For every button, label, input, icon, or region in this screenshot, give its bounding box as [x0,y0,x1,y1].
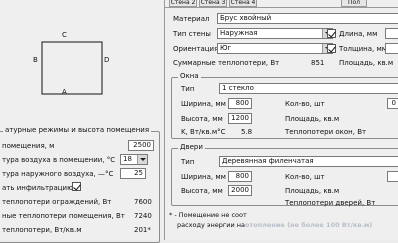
tab-wall-2[interactable]: Стена 2 [169,0,197,7]
specific-loss-label: теплопотери, Вт/кв.м [2,226,82,234]
door-width-value: 800 [235,172,249,180]
thickness-input[interactable] [385,43,398,54]
outdoor-temp-input[interactable]: 25 [120,168,146,179]
length-label: Длина, мм [339,30,378,38]
total-loss-label: Суммарные теплопотери, Вт [173,59,280,67]
window-width-label: Ширина, мм [181,100,226,108]
window-k-label: K, Вт/кв.м°C [181,128,226,136]
material-field[interactable]: Брус хвойный [217,13,398,24]
infiltration-label: ать инфильтрацию [2,184,73,192]
room-diagram [41,41,103,95]
thickness-label: Толщина, мм [339,45,388,53]
wall-label-b: B [33,56,38,64]
room-height-label: помещения, м [2,142,55,150]
window-type-label: Тип [181,85,195,93]
window-height-label: Высота, мм [181,115,223,123]
door-height-label: Высота, мм [181,187,223,195]
tab-wall-4[interactable]: Стена 4 [229,0,257,7]
door-count-label: Кол-во, шт [285,173,325,181]
chevron-down-icon [137,155,147,164]
door-width-label: Ширина, мм [181,173,226,181]
length-checkbox[interactable] [327,29,336,38]
tab-floor[interactable]: Пол [341,0,367,7]
length-input[interactable] [385,28,398,39]
room-height-input[interactable]: 2500 [128,140,154,151]
tab-wall-3[interactable]: Стена 3 [199,0,227,7]
wall-label-d: D [104,56,110,64]
door-height-input[interactable]: 2000 [228,185,252,196]
orientation-value: Юг [220,44,232,52]
indoor-temp-value: 18 [123,155,132,163]
wall-type-select[interactable]: Наружная [217,28,333,39]
window-type-field[interactable]: 1 стекло [219,83,398,94]
tab-divider [165,7,398,8]
window-height-value: 1200 [231,114,249,122]
orientation-select[interactable]: Юг [217,43,333,54]
footnote-watermark: отопление (не более 100 Вт/кв.м) [245,221,373,229]
room-loss-label: ные теплопотери помещения, Вт [2,212,125,220]
door-width-input[interactable]: 800 [228,171,252,182]
total-loss-value: 851 [311,59,325,67]
wall-area-label: Площадь, кв.м [339,59,394,67]
doors-group-title: Двери [178,143,205,151]
specific-loss-value: 201* [134,226,151,234]
outdoor-temp-label: турa наружного воздуха, —°C [2,170,114,178]
door-type-field[interactable]: Деревянная филенчатая [219,156,398,167]
window-count-input[interactable]: 0 [387,98,398,109]
window-height-input[interactable]: 1200 [228,113,252,124]
footnote-line-1: * - Помещение не соот [169,211,247,219]
orientation-label: Ориентация [173,45,219,53]
window-k-value: 5.8 [241,128,253,136]
infiltration-checkbox[interactable] [72,182,81,191]
wall-label-c: C [62,31,67,39]
windows-group-title: Окна [178,72,201,80]
indoor-temp-select[interactable]: 18 [120,154,148,165]
enclosure-loss-value: 7600 [134,198,152,206]
door-loss-label: Теплопотери дверей, Вт [285,199,376,207]
outdoor-temp-value: 25 [134,169,143,177]
thickness-checkbox[interactable] [327,44,336,53]
window-width-value: 800 [235,99,249,107]
left-panel: C B D A атурные режимы и высота помещени… [0,0,164,243]
door-type-label: Тип [181,158,195,166]
wall-type-value: Наружная [220,29,258,37]
temp-mode-group-title: атурные режимы и высота помещения [3,126,152,134]
door-count-input[interactable] [387,171,398,182]
window-width-input[interactable]: 800 [228,98,252,109]
enclosure-loss-label: теплопотери ограждений, Вт [2,198,112,206]
door-height-value: 2000 [231,186,249,194]
door-area-label: Площадь, кв.м [285,187,340,195]
window-count-label: Кол-во, шт [285,100,325,108]
room-loss-value: 7240 [134,212,152,220]
indoor-temp-label: турa воздуха в помещении, °C [2,156,116,164]
right-panel: Стена 2 Стена 3 Стена 4 Пол Материал Бру… [164,0,398,240]
wall-label-a: A [62,88,67,96]
wall-type-label: Тип стены [173,30,211,38]
footnote-line-2: расходу энергии на [177,221,246,229]
window-loss-label: Теплопотери окон, Вт [285,128,367,136]
window-area-label: Площадь, кв.м [285,115,340,123]
material-label: Материал [173,15,210,23]
